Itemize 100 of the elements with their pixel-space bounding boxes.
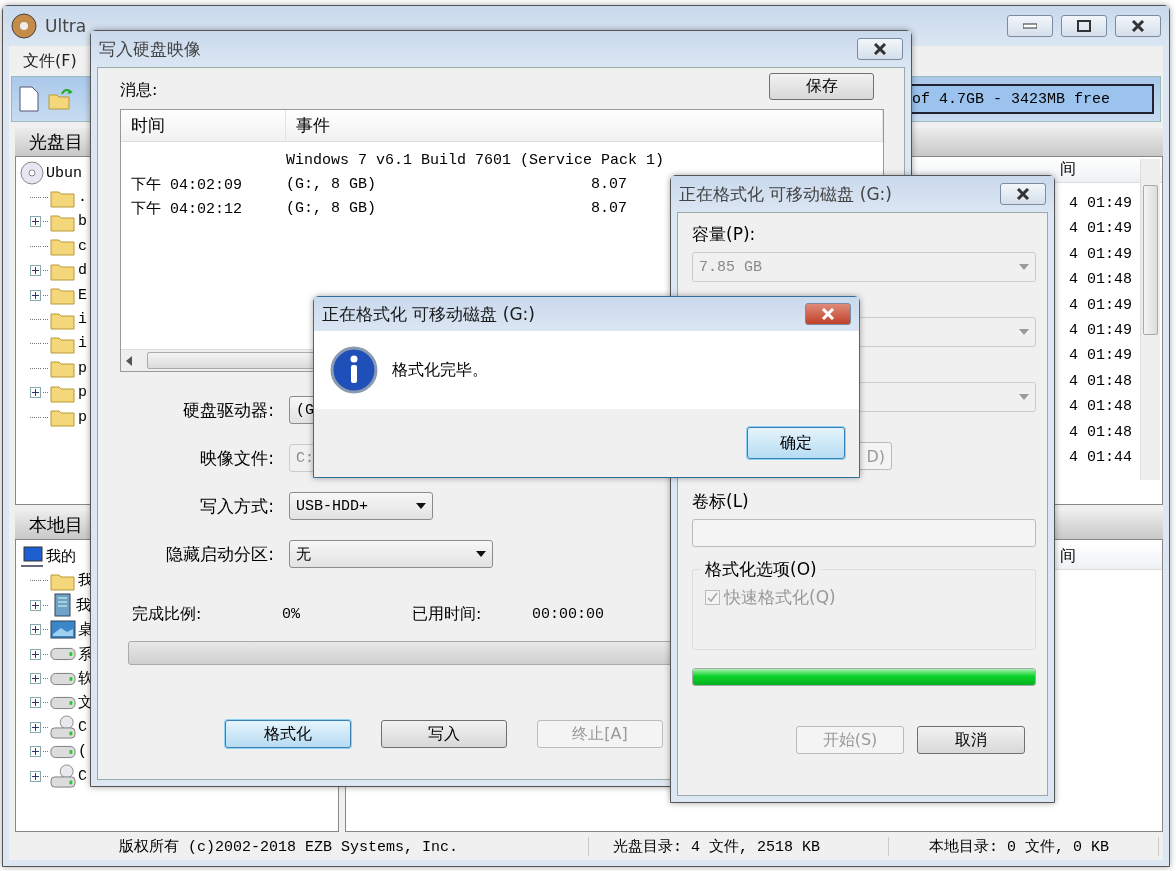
maximize-icon [1077,20,1091,32]
minimize-icon [1023,23,1037,29]
maximize-button[interactable] [1061,15,1107,37]
event-cell: (G:, 8 GB) [286,199,376,217]
folder-icon [50,358,76,379]
expand-icon[interactable] [30,289,41,301]
tree-item[interactable]: C [78,718,87,736]
status-text: 本地目录: 0 文件, 0 KB [889,836,1159,856]
scroll-left-icon[interactable] [125,355,133,366]
dropdown[interactable]: USB-HDD+ [289,492,433,520]
scrollbar[interactable] [1140,159,1160,481]
expand-icon[interactable] [30,216,41,228]
dropdown-arrow-icon [1019,394,1029,400]
folder-icon [50,236,76,257]
field-label: 容量(P): [692,223,757,246]
percent-value: 0% [282,606,301,623]
field-label: 消息: [120,80,158,101]
dropdown-arrow-icon [1019,264,1029,270]
dialog-button[interactable]: 格式化 [225,720,351,748]
tree-item[interactable]: i [78,335,87,353]
drive-icon [50,670,76,687]
tree-item[interactable]: c [78,237,87,255]
close-button[interactable] [1000,183,1046,205]
tree-item[interactable]: 桌 [78,620,93,640]
column-header[interactable]: 时间 [121,110,286,141]
time-cell-text: 4 01:48 [1069,422,1132,443]
message-text: 格式化完毕。 [392,359,488,381]
field-label: 隐藏启动分区: [165,542,274,566]
time-cell-text: 4 01:49 [1069,219,1132,240]
dropdown[interactable]: 无 [289,540,493,568]
tree-item[interactable]: d [78,262,87,280]
close-button[interactable] [805,303,851,325]
close-icon [820,308,836,320]
column-header[interactable]: 事件 [286,110,883,141]
expand-icon[interactable] [30,673,41,685]
close-button[interactable] [1115,15,1161,37]
tree-item[interactable]: p [78,384,87,402]
dialog-title: 正在格式化 可移动磁盘 (G:) [679,182,892,206]
tree-item[interactable]: b [78,213,87,231]
value-cell: 8.07 [591,175,627,193]
value-cell: 8.07 [591,199,627,217]
expand-icon[interactable] [30,599,41,611]
tree-item[interactable]: E [78,286,87,304]
status-text: 光盘目录: 4 文件, 2518 KB [589,836,889,856]
event-cell: (G:, 8 GB) [286,175,376,193]
expand-icon[interactable] [30,265,41,277]
time-cell: 下午 04:02:09 [131,176,242,194]
info-icon [330,346,378,394]
drive-icon [50,743,76,760]
expand-icon[interactable] [30,387,41,399]
dialog-button[interactable]: 写入 [381,720,507,748]
time-value: 00:00:00 [532,606,605,623]
time-cell: 下午 04:02:12 [131,200,242,218]
status-text: 版权所有 (c)2002-2018 EZB Systems, Inc. [9,836,589,856]
ok-button[interactable]: 确定 [747,427,845,459]
input-field[interactable] [692,519,1036,547]
dropdown-arrow-icon [1019,329,1029,335]
expand-icon[interactable] [30,746,41,758]
close-icon [872,43,888,55]
expand-icon[interactable] [30,770,41,782]
folder-icon [50,285,76,306]
field-label: 完成比例: [132,604,203,625]
expand-icon[interactable] [30,697,41,709]
app-icon [11,13,37,39]
desktop-icon [50,618,76,641]
expand-icon[interactable] [30,648,41,660]
drive-icon [50,646,76,663]
tree-item[interactable]: p [78,408,87,426]
time-cell-text: 4 01:49 [1069,194,1132,214]
tree-item[interactable]: 我的 [46,547,76,567]
menu-item[interactable]: 文件(F) [17,50,83,72]
drive-icon [50,694,76,711]
dialog-button[interactable]: 取消 [917,726,1025,754]
tree-item[interactable]: 我 [76,595,91,615]
dropdown-arrow-icon [476,551,486,557]
tree-item[interactable]: i [78,311,87,329]
time-cell-text: 4 01:49 [1069,320,1132,341]
dialog-title: 正在格式化 可移动磁盘 (G:) [322,302,535,326]
tree-item[interactable]: . [78,189,87,207]
expand-icon[interactable] [30,624,41,636]
close-button[interactable] [857,38,903,60]
folder-icon [50,407,76,428]
time-cell-text: 4 01:49 [1069,295,1132,316]
tree-item[interactable]: ( [78,743,87,761]
folder-icon [50,571,76,591]
field-label: 硬盘驱动器: [182,398,274,422]
save-button[interactable]: 保存 [769,73,874,100]
computer-icon [20,545,44,568]
tree-item[interactable]: p [78,359,87,377]
new-file-icon[interactable] [18,86,40,112]
expand-icon[interactable] [30,721,41,733]
tree-item[interactable]: Ubun [46,164,82,182]
tree-item[interactable]: C [78,767,87,785]
window-title: Ultra [45,16,87,36]
minimize-button[interactable] [1007,15,1053,37]
dialog-title: 写入硬盘映像 [99,37,201,61]
time-cell-text: 4 01:48 [1069,371,1132,392]
cd-drive-icon [50,764,76,789]
close-icon [1015,188,1031,200]
field-label: 映像文件: [199,446,274,470]
